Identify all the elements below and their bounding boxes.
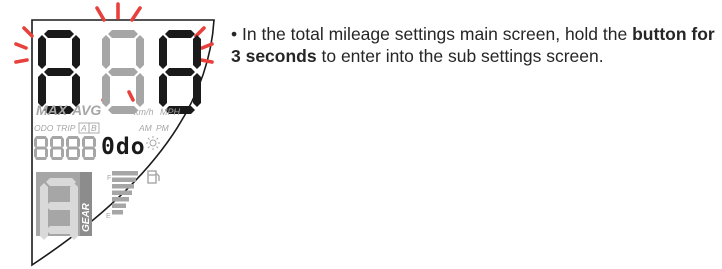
fuel-bar	[112, 184, 134, 189]
fuel-bar	[112, 210, 123, 215]
flash-ray	[130, 6, 142, 22]
fuel-bar	[112, 197, 129, 202]
main-digit-3	[159, 30, 201, 114]
fuel-pump-icon	[147, 170, 160, 184]
speed-mode-max: MAX	[36, 102, 69, 118]
flash-ray	[194, 26, 206, 38]
fuel-gauge: F E	[106, 171, 138, 220]
flash-ray	[14, 42, 28, 50]
speed-mode-avg: AVG	[71, 102, 101, 118]
clock-pm: PM	[156, 123, 170, 133]
fuel-empty-label: E	[106, 213, 111, 220]
sub-screen-text: 0do	[101, 134, 146, 160]
main-digit-2	[102, 30, 144, 114]
svg-text:0do: 0do	[101, 134, 146, 160]
odo-mode-a: A	[80, 123, 87, 133]
fuel-bar	[112, 203, 126, 208]
flash-ray	[95, 6, 106, 22]
odo-mode-trip: TRIP	[56, 123, 76, 133]
odo-mode-b: B	[91, 123, 97, 133]
svg-text:GEAR: GEAR	[81, 202, 92, 232]
fuel-bar	[112, 171, 138, 176]
clock-am: AM	[138, 123, 153, 133]
flash-ray	[199, 58, 214, 64]
lcd-display-diagram: MAX AVG km/h MPH ODO TRIP A B AM PM 0do …	[14, 2, 215, 267]
odometer-digit-1	[34, 136, 48, 160]
flash-ray	[127, 90, 135, 102]
instruction-paragraph: • In the total mileage settings main scre…	[231, 24, 717, 67]
fuel-bar	[112, 190, 132, 195]
unit-mph: MPH	[160, 107, 181, 117]
flash-ray	[14, 58, 29, 64]
instruction-text-before: In the total mileage settings main scree…	[242, 24, 628, 44]
fuel-bar	[112, 177, 136, 182]
fuel-full-label: F	[107, 175, 111, 182]
flash-ray	[22, 26, 34, 38]
odometer-digit-2	[50, 136, 64, 160]
bullet: •	[231, 24, 238, 44]
sun-icon	[146, 136, 160, 150]
odo-mode-odo: ODO	[34, 123, 54, 133]
gear-indicator: GEAR	[36, 172, 92, 240]
odometer-digit-3	[66, 136, 80, 160]
odometer-digits	[34, 136, 96, 160]
odometer-digit-4	[82, 136, 96, 160]
unit-kmh: km/h	[134, 107, 154, 117]
instruction-text-after: to enter into the sub settings screen.	[321, 45, 604, 66]
